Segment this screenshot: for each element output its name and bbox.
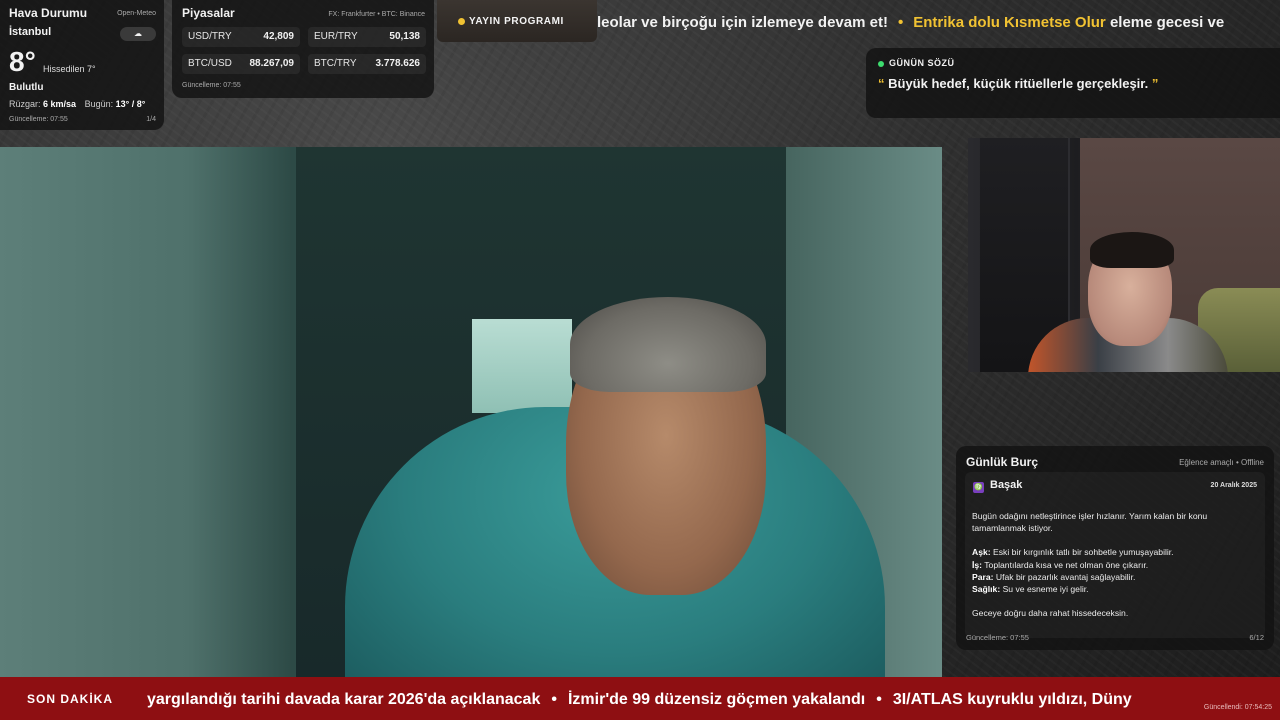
horoscope-date: 20 Aralık 2025 xyxy=(1210,482,1257,489)
horoscope-love: Aşk: Eski bir kırgınlık tatlı bir sohbet… xyxy=(972,546,1258,558)
weather-wind-row: Rüzgar: 6 km/sa Bugün: 13° / 8° xyxy=(9,99,145,109)
horoscope-body: Bugün odağını netleştirince işler hızlan… xyxy=(972,510,1258,619)
love-text: Eski bir kırgınlık tatlı bir sohbetle yu… xyxy=(993,547,1174,558)
love-label: Aşk: xyxy=(972,547,991,558)
news-item: yargılandığı tarihi davada karar 2026'da… xyxy=(147,691,541,708)
wind-label: Rüzgar: xyxy=(9,99,41,109)
video-background-window xyxy=(472,319,572,413)
ticker-separator: • xyxy=(897,14,904,31)
news-item: İzmir'de 99 düzensiz göçmen yakalandı xyxy=(567,691,866,708)
quote-close-mark: ” xyxy=(1151,76,1159,91)
news-separator: • xyxy=(876,691,882,708)
market-cell-eur-try: EUR/TRY 50,138 xyxy=(308,27,426,47)
health-text: Su ve esneme iyi gelir. xyxy=(1002,584,1089,595)
weather-temperature: 8° xyxy=(9,46,36,77)
schedule-dot-icon xyxy=(458,18,465,25)
horoscope-sign-row: ♍ Başak xyxy=(973,479,1022,493)
ticker-text: leolar ve birçoğu için izlemeye devam et… xyxy=(597,14,888,31)
news-separator: • xyxy=(551,691,557,708)
today-label: Bugün: xyxy=(84,99,114,109)
quote-widget: GÜNÜN SÖZÜ “ Büyük hedef, küçük ritüelle… xyxy=(866,48,1280,118)
webcam-feed xyxy=(968,138,1280,372)
news-updated: Güncellendi: 07:54:25 xyxy=(1203,704,1272,711)
video-person-hair xyxy=(570,297,766,392)
market-value: 50,138 xyxy=(389,31,420,42)
virgo-icon: ♍ xyxy=(973,482,984,493)
horoscope-money: Para: Ufak bir pazarlık avantaj sağlayab… xyxy=(972,571,1258,583)
work-label: İş: xyxy=(972,559,983,570)
horoscope-closing: Geceye doğru daha rahat hissedeceksin. xyxy=(972,608,1129,619)
ticker-text: eleme gecesi ve xyxy=(1109,14,1225,31)
markets-source: FX: Frankfurter • BTC: Binance xyxy=(328,11,425,18)
market-pair: EUR/TRY xyxy=(314,31,358,42)
market-cell-usd-try: USD/TRY 42,809 xyxy=(182,27,300,47)
market-cell-btc-try: BTC/TRY 3.778.626 xyxy=(308,54,426,74)
market-value: 88.267,09 xyxy=(249,58,295,69)
cloud-icon: ☁ xyxy=(120,27,156,41)
horoscope-widget: Günlük Burç Eğlence amaçlı • Offline ♍ Ba… xyxy=(956,446,1274,650)
health-label: Sağlık: xyxy=(972,584,1001,595)
horoscope-updated: Güncelleme: 07:55 xyxy=(966,633,1029,642)
live-dot-icon xyxy=(878,60,884,67)
market-value: 3.778.626 xyxy=(375,58,421,69)
horoscope-page-indicator: 6/12 xyxy=(1249,633,1264,642)
breaking-news-bar: SON DAKİKA yargılandığı tarihi davada ka… xyxy=(0,677,1280,720)
market-pair: BTC/TRY xyxy=(314,58,357,69)
markets-updated: Güncelleme: 07:55 xyxy=(182,82,241,89)
market-value: 42,809 xyxy=(263,31,294,42)
markets-widget: Piyasalar FX: Frankfurter • BTC: Binance… xyxy=(172,0,434,98)
ticker-highlight: Entrika dolu Kısmetse Olur xyxy=(913,14,1106,31)
weather-condition: Bulutlu xyxy=(9,82,44,93)
money-text: Ufak bir pazarlık avantaj sağlayabilir. xyxy=(995,571,1136,582)
horoscope-note: Eğlence amaçlı • Offline xyxy=(1179,458,1264,467)
horoscope-sign: Başak xyxy=(990,479,1023,491)
horoscope-health: Sağlık: Su ve esneme iyi gelir. xyxy=(972,583,1258,595)
webcam-person-hair xyxy=(1090,232,1174,268)
weather-updated: Güncelleme: 07:55 xyxy=(9,116,68,123)
wind-value: 6 km/sa xyxy=(43,99,77,109)
market-pair: BTC/USD xyxy=(188,58,232,69)
top-ticker: leolar ve birçoğu için izlemeye devam et… xyxy=(597,0,1280,44)
work-text: Toplantılarda kısa ve net olman öne çıka… xyxy=(984,559,1149,570)
weather-page-indicator: 1/4 xyxy=(146,116,156,123)
market-cell-btc-usd: BTC/USD 88.267,09 xyxy=(182,54,300,74)
horoscope-intro: Bugün odağını netleştirince işler hızlan… xyxy=(972,511,1208,534)
today-value: 13° / 8° xyxy=(115,99,146,109)
news-item: 3I/ATLAS kuyruklu yıldızı, Düny xyxy=(892,691,1132,708)
horoscope-card: ♍ Başak 20 Aralık 2025 Bugün odağını netl… xyxy=(965,472,1265,638)
quote-text-row: “ Büyük hedef, küçük ritüellerle gerçekl… xyxy=(878,76,1268,91)
schedule-tab: YAYIN PROGRAMI xyxy=(437,0,597,42)
money-label: Para: xyxy=(972,571,994,582)
quote-text: Büyük hedef, küçük ritüellerle gerçekleş… xyxy=(888,76,1149,91)
market-pair: USD/TRY xyxy=(188,31,232,42)
schedule-label: YAYIN PROGRAMI xyxy=(469,16,564,27)
weather-feels-like: Hissedilen 7° xyxy=(43,64,96,74)
quote-open-mark: “ xyxy=(878,76,885,91)
breaking-news-ticker: yargılandığı tarihi davada karar 2026'da… xyxy=(147,677,1132,720)
weather-source: Open-Meteo xyxy=(117,10,156,17)
quote-title: GÜNÜN SÖZÜ xyxy=(889,58,955,68)
quote-title-row: GÜNÜN SÖZÜ xyxy=(878,58,1268,68)
breaking-news-label: SON DAKİKA xyxy=(0,677,140,720)
weather-widget: Hava Durumu Open-Meteo İstanbul ☁ 8° His… xyxy=(0,0,164,130)
main-video xyxy=(0,147,942,677)
horoscope-work: İş: Toplantılarda kısa ve net olman öne … xyxy=(972,559,1258,571)
